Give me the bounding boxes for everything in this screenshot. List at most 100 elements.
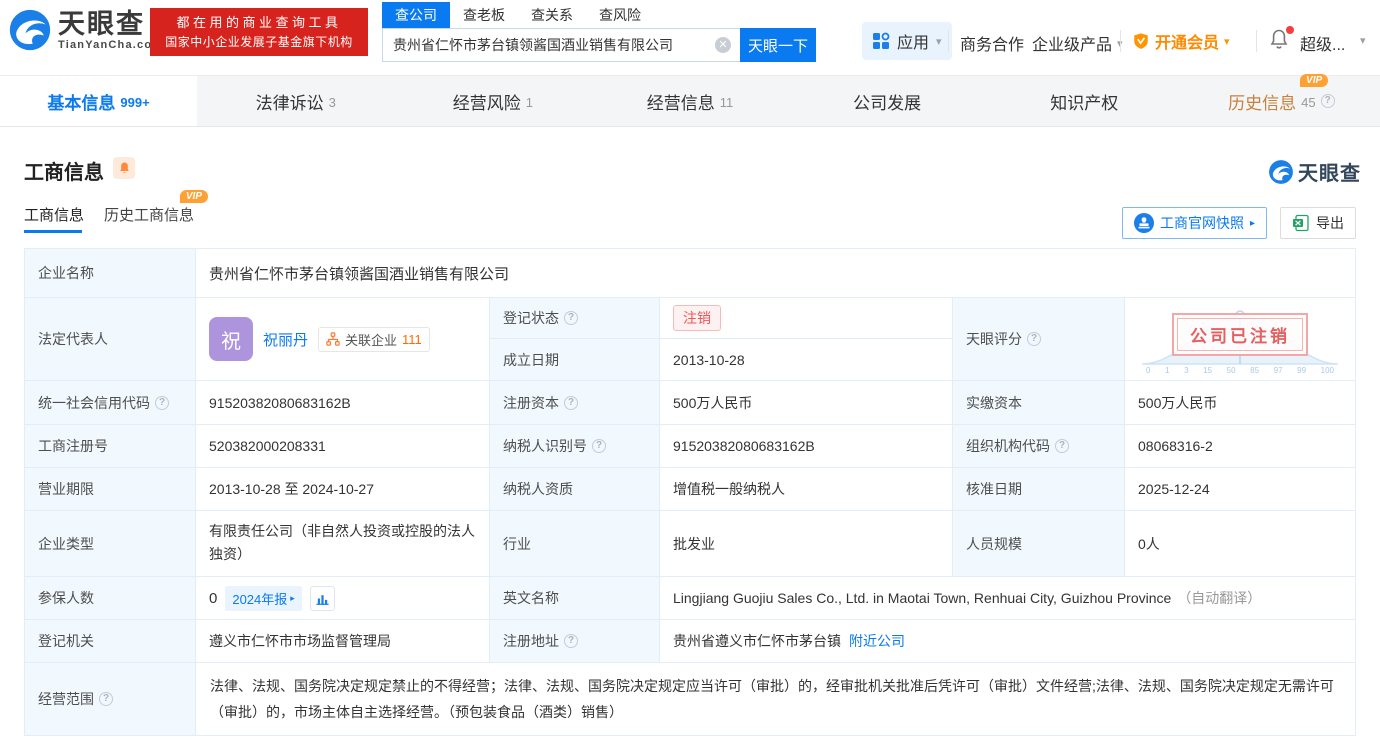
org-code-label: 组织机构代码 ? <box>953 425 1125 468</box>
credit-code-label: 统一社会信用代码 ? <box>25 381 196 425</box>
insured-trend-chart-button[interactable] <box>309 585 335 611</box>
related-companies-count: 111 <box>402 331 422 347</box>
tab-basic-info[interactable]: 基本信息 999+ <box>0 76 198 126</box>
help-icon[interactable]: ? <box>99 692 113 706</box>
section-title: 工商信息 <box>24 162 104 184</box>
clear-search-icon[interactable]: ✕ <box>715 37 731 53</box>
divider <box>1256 30 1257 52</box>
tyc-score-value: 0 1 3 15 50 85 97 99 100 公司已注销 <box>1125 298 1356 381</box>
tab-intellectual-property[interactable]: 知识产权 <box>986 76 1183 126</box>
caret-down-icon: ▾ <box>1224 35 1230 48</box>
reg-address-value: 贵州省遵义市仁怀市茅台镇 附近公司 <box>660 620 1356 663</box>
auto-translate-note: （自动翻译） <box>1177 590 1262 606</box>
tianyancha-company-page: 天眼查 TianYanCha.com 都在用的商业查询工具 国家中小企业发展子基… <box>0 0 1380 750</box>
establish-date-value: 2013-10-28 <box>660 339 953 381</box>
caret-down-icon: ▾ <box>936 35 942 48</box>
tab-operation-info[interactable]: 经营信息 11 <box>591 76 788 126</box>
promo-banner: 都在用的商业查询工具 国家中小企业发展子基金旗下机构 <box>150 8 368 56</box>
table-row: 统一社会信用代码 ? 91520382080683162B 注册资本 ? 500… <box>25 381 1356 425</box>
help-icon[interactable]: ? <box>1320 94 1335 108</box>
tianyancha-watermark: 天眼查 <box>1268 157 1361 186</box>
tab-label: 历史信息 <box>1228 93 1297 113</box>
export-button[interactable]: 导出 <box>1280 207 1356 239</box>
business-term-label: 营业期限 <box>25 468 196 511</box>
tyc-score-label: 天眼评分 ? <box>953 298 1125 381</box>
tianyancha-logo-icon[interactable] <box>8 8 52 52</box>
business-info-table: 企业名称 贵州省仁怀市茅台镇领酱国酒业销售有限公司 法定代表人 祝 祝丽丹 关联… <box>24 248 1356 736</box>
business-scope-value: 法律、法规、国务院决定规定禁止的不得经营；法律、法规、国务院决定规定应当许可（审… <box>196 663 1356 736</box>
search-tab-company[interactable]: 查公司 <box>382 2 450 28</box>
help-icon[interactable]: ? <box>564 634 578 648</box>
table-row: 企业名称 贵州省仁怀市茅台镇领酱国酒业销售有限公司 <box>25 249 1356 298</box>
search-button[interactable]: 天眼一下 <box>740 28 816 62</box>
reg-status-value: 注销 <box>660 298 953 339</box>
help-icon[interactable]: ? <box>564 311 578 325</box>
search-tab-boss[interactable]: 查老板 <box>450 2 518 28</box>
legal-rep-name-link[interactable]: 祝丽丹 <box>263 329 308 350</box>
label-text: 经营范围 <box>38 691 94 707</box>
caret-right-icon: ▸ <box>1250 217 1256 229</box>
tab-count: 11 <box>719 95 734 110</box>
search-tab-relation[interactable]: 查关系 <box>518 2 586 28</box>
industry-value: 批发业 <box>660 511 953 577</box>
legal-rep-avatar[interactable]: 祝 <box>209 317 253 361</box>
open-vip-link[interactable]: 开通会员 ▾ <box>1132 29 1230 53</box>
label-text: 注册地址 <box>503 633 559 649</box>
help-icon[interactable]: ? <box>564 395 578 410</box>
subtab-history-business-info[interactable]: 历史工商信息 VIP <box>104 190 209 225</box>
label-text: 纳税人识别号 <box>503 438 587 454</box>
legal-rep-label: 法定代表人 <box>25 298 196 381</box>
super-vip-link[interactable]: 超级... <box>1300 31 1345 55</box>
subtab-business-info[interactable]: 工商信息 <box>24 204 84 225</box>
help-icon[interactable]: ? <box>155 395 169 410</box>
watermark-text: 天眼查 <box>1298 163 1361 185</box>
approval-date-label: 核准日期 <box>953 468 1125 511</box>
insured-count-value: 0 2024年报 ▸ <box>196 577 490 620</box>
search-tab-risk[interactable]: 查风险 <box>586 2 654 28</box>
caret-right-icon: ▸ <box>290 592 295 603</box>
table-row: 登记机关 遵义市仁怀市市场监督管理局 注册地址 ? 贵州省遵义市仁怀市茅台镇 附… <box>25 620 1356 663</box>
label-text: 统一社会信用代码 <box>38 394 150 411</box>
help-icon[interactable]: ? <box>1055 439 1069 453</box>
reg-authority-label: 登记机关 <box>25 620 196 663</box>
tab-legal-litigation[interactable]: 法律诉讼 3 <box>197 76 394 126</box>
org-code-value: 08068316-2 <box>1125 425 1356 468</box>
monitor-bell-icon[interactable] <box>113 157 135 179</box>
label-text: 注册资本 <box>503 394 559 411</box>
caret-down-icon[interactable]: ▾ <box>1360 34 1366 47</box>
annual-report-pill[interactable]: 2024年报 ▸ <box>225 585 302 611</box>
insured-number: 0 <box>209 589 218 607</box>
enterprise-products-link[interactable]: 企业级产品 ▾ <box>1032 31 1123 55</box>
label-text: 天眼评分 <box>966 331 1022 347</box>
search-input[interactable] <box>382 28 740 62</box>
apps-menu[interactable]: 应用 ▾ <box>862 22 952 60</box>
active-subtab-underline <box>24 230 82 233</box>
tab-label: 法律诉讼 <box>255 93 324 113</box>
reg-address-label: 注册地址 ? <box>490 620 660 663</box>
industry-label: 行业 <box>490 511 660 577</box>
english-name-value: Lingjiang Guojiu Sales Co., Ltd. in Maot… <box>660 577 1356 620</box>
help-icon[interactable]: ? <box>592 439 606 453</box>
insured-count-label: 参保人数 <box>25 577 196 620</box>
tab-operation-risk[interactable]: 经营风险 1 <box>394 76 591 126</box>
tab-count: 3 <box>328 95 336 110</box>
business-cooperation-link[interactable]: 商务合作 <box>960 31 1024 55</box>
company-name-value: 贵州省仁怀市茅台镇领酱国酒业销售有限公司 <box>196 249 1356 298</box>
company-type-value: 有限责任公司（非自然人投资或控股的法人独资） <box>196 511 490 577</box>
tianyancha-logo[interactable]: 天眼查 TianYanCha.com <box>58 9 163 51</box>
related-companies-badge[interactable]: 关联企业 111 <box>318 326 430 352</box>
tab-label: 基本信息 <box>47 93 116 113</box>
nearby-companies-link[interactable]: 附近公司 <box>849 631 905 651</box>
staff-size-value: 0人 <box>1125 511 1356 577</box>
notification-bell-icon[interactable] <box>1268 26 1294 53</box>
official-snapshot-button[interactable]: 工商官网快照 ▸ <box>1122 207 1268 239</box>
help-icon[interactable]: ? <box>1027 332 1041 346</box>
tab-company-development[interactable]: 公司发展 <box>789 76 986 126</box>
open-vip-label: 开通会员 <box>1155 35 1220 52</box>
tab-history-info[interactable]: 历史信息 VIP 45 ? <box>1183 73 1380 126</box>
legal-rep-value: 祝 祝丽丹 关联企业 111 <box>196 298 490 381</box>
label-text: 组织机构代码 <box>966 438 1050 454</box>
logo-brand-text: 天眼查 <box>58 9 145 39</box>
deregistered-stamp: 公司已注销 <box>1172 312 1308 356</box>
tab-count: 45 <box>1301 95 1316 110</box>
